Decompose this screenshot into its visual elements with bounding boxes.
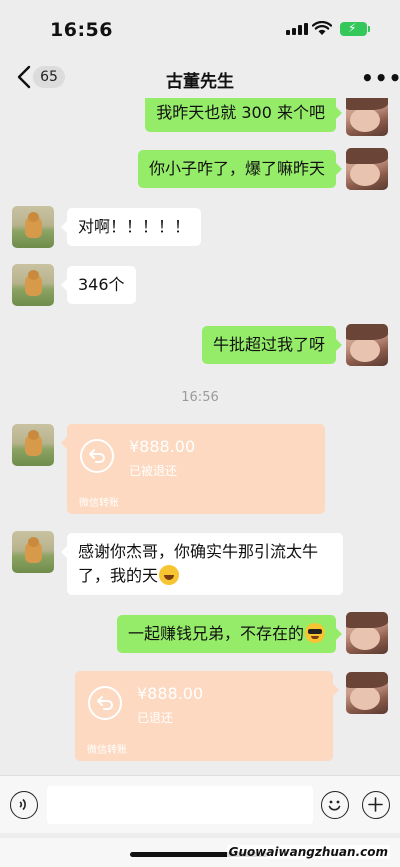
chat-title: 古董先生	[166, 72, 234, 92]
contact-avatar[interactable]	[12, 264, 54, 306]
contact-avatar[interactable]	[12, 206, 54, 248]
message-list[interactable]: 我昨天也就 300 来个吧 你小子咋了，爆了嘛昨天 对啊！！！！！ 346个 牛…	[0, 98, 400, 775]
my-avatar[interactable]	[346, 612, 388, 654]
watermark-text: Guowaiwangzhuan.com	[226, 845, 390, 859]
message-text-line1: 感谢你杰哥，你确实牛那引流太牛	[78, 542, 319, 561]
laughing-emoji-icon	[159, 565, 180, 585]
message-timestamp: 16:56	[181, 390, 219, 405]
message-text: 对啊！！！！！	[78, 217, 191, 236]
plus-icon[interactable]	[362, 791, 390, 819]
transfer-status: 已退还	[137, 711, 174, 725]
message-text-line2: 了，我的天	[78, 566, 159, 585]
transfer-card-incoming[interactable]: ¥888.00 已被退还 微信转账	[61, 424, 325, 514]
my-avatar[interactable]	[346, 672, 388, 714]
transfer-returned-icon	[88, 686, 122, 720]
transfer-card-outgoing[interactable]: ¥888.00 已退还 微信转账	[75, 671, 339, 761]
transfer-amount: ¥888.00	[137, 684, 204, 703]
message-bubble-incoming[interactable]: 346个	[61, 266, 136, 304]
status-bar: 16:56 ⚡	[0, 0, 400, 58]
contact-avatar[interactable]	[12, 531, 54, 573]
transfer-footer: 微信转账	[79, 498, 119, 509]
transfer-status: 已被退还	[129, 464, 178, 478]
message-text: 一起赚钱兄弟，不存在的	[127, 624, 304, 643]
battery-charging-icon: ⚡	[340, 21, 370, 36]
message-input[interactable]	[47, 786, 313, 824]
cellular-signal-icon	[286, 23, 308, 35]
emoji-icon[interactable]	[321, 791, 349, 819]
transfer-footer: 微信转账	[87, 745, 127, 756]
message-bubble-outgoing[interactable]: 牛批超过我了呀	[201, 326, 343, 364]
voice-icon[interactable]	[10, 791, 38, 819]
message-bubble-outgoing[interactable]: 你小子咋了，爆了嘛昨天	[137, 150, 343, 188]
my-avatar[interactable]	[346, 148, 388, 190]
message-text: 346个	[78, 275, 125, 294]
message-text: 你小子咋了，爆了嘛昨天	[148, 159, 325, 178]
contact-avatar[interactable]	[12, 424, 54, 466]
sunglasses-emoji-icon	[305, 623, 325, 643]
message-bubble-outgoing[interactable]: 一起赚钱兄弟，不存在的	[116, 615, 343, 653]
chat-header: 65 古董先生 •••	[0, 58, 400, 98]
status-time: 16:56	[50, 19, 113, 41]
message-bubble-incoming[interactable]: 对啊！！！！！	[60, 208, 202, 246]
input-bar	[0, 775, 400, 833]
bottom-area: Guowaiwangzhuan.com	[0, 838, 400, 867]
my-avatar[interactable]	[346, 98, 388, 136]
message-bubble-outgoing[interactable]: 我昨天也就 300 来个吧	[145, 98, 342, 132]
message-text: 牛批超过我了呀	[212, 335, 325, 354]
transfer-returned-icon	[80, 439, 114, 473]
message-text: 我昨天也就 300 来个吧	[156, 103, 325, 122]
wifi-icon	[312, 21, 332, 35]
my-avatar[interactable]	[346, 324, 388, 366]
message-bubble-incoming[interactable]: 感谢你杰哥，你确实牛那引流太牛 了，我的天	[61, 533, 343, 595]
transfer-amount: ¥888.00	[129, 437, 196, 456]
more-options-icon[interactable]: •••	[361, 66, 400, 90]
